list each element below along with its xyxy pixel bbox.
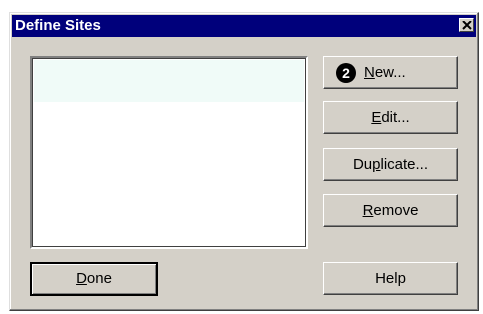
remove-button[interactable]: Remove: [323, 194, 458, 227]
sites-listbox[interactable]: [30, 56, 308, 249]
title-bar[interactable]: Define Sites: [12, 15, 476, 37]
step-2-badge-icon: 2: [336, 63, 356, 83]
new-button[interactable]: 2 New...: [323, 56, 458, 89]
done-button-label: Done: [76, 270, 112, 287]
list-highlight: [34, 60, 304, 102]
duplicate-button-label: Duplicate...: [352, 156, 429, 173]
help-button[interactable]: Help: [323, 262, 458, 295]
define-sites-dialog: Define Sites 2 New... Edit... Duplicate.…: [9, 12, 479, 311]
window-title: Define Sites: [15, 17, 101, 34]
close-icon: [462, 21, 472, 30]
edit-button-label: Edit...: [371, 109, 410, 126]
remove-button-label: Remove: [362, 202, 419, 219]
close-button[interactable]: [459, 18, 474, 32]
edit-button[interactable]: Edit...: [323, 101, 458, 134]
duplicate-button[interactable]: Duplicate...: [323, 148, 458, 181]
help-button-label: Help: [375, 270, 406, 287]
done-button[interactable]: Done: [30, 262, 158, 296]
new-button-label: New...: [364, 64, 406, 81]
